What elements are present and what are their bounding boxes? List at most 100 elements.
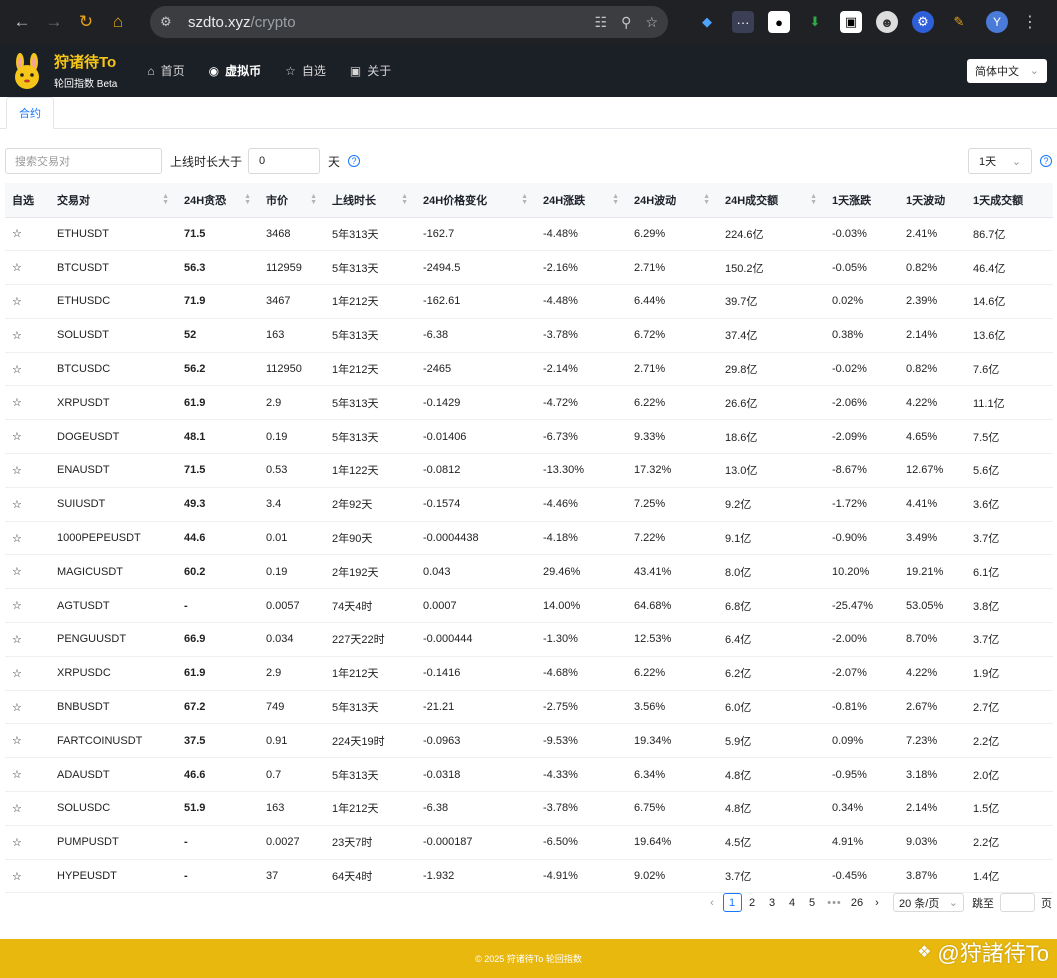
extensions-puzzle-icon[interactable]: ✎: [948, 11, 970, 33]
pair-link[interactable]: SUIUSDT: [50, 487, 177, 522]
pair-link[interactable]: BNBUSDT: [50, 690, 177, 725]
table-row[interactable]: ☆ FARTCOINUSDT 37.5 0.91 224天19时 -0.0963 -9.53…: [5, 723, 1053, 759]
col-header-pair[interactable]: 交易对 ▲ ▼: [50, 183, 177, 218]
table-row[interactable]: ☆ 1000PEPEUSDT 44.6 0.01 2年90天 -0.0004438 -4.1…: [5, 521, 1053, 556]
forward-icon[interactable]: →: [40, 8, 68, 36]
table-row[interactable]: ☆ XRPUSDT 61.9 2.9 5年313天 -0.1429 -4.72% 6.22% 2…: [5, 385, 1053, 421]
sort-icon[interactable]: ▲ ▼: [162, 193, 169, 206]
favorite-star-icon[interactable]: ☆: [5, 284, 50, 319]
extension-download-icon[interactable]: ⬇: [804, 11, 826, 33]
home-browser-icon[interactable]: ⌂: [104, 8, 132, 36]
table-row[interactable]: ☆ BNBUSDT 67.2 749 5年313天 -21.21 -2.75% 3.56% 6.…: [5, 690, 1053, 725]
favorite-star-icon[interactable]: ☆: [5, 859, 50, 894]
pair-link[interactable]: XRPUSDC: [50, 656, 177, 691]
extension-square-icon[interactable]: ▣: [840, 11, 862, 33]
pair-link[interactable]: 1000PEPEUSDT: [50, 521, 177, 556]
col-header-1d-volatility[interactable]: 1天波动: [899, 183, 966, 218]
pair-link[interactable]: ADAUSDT: [50, 757, 177, 793]
sort-icon[interactable]: ▲ ▼: [810, 193, 817, 206]
online-duration-input[interactable]: 0: [248, 148, 321, 174]
favorite-star-icon[interactable]: ☆: [5, 554, 50, 590]
nav-home[interactable]: ⌂ 首页: [147, 62, 184, 79]
table-row[interactable]: ☆ ENAUSDT 71.5 0.53 1年122天 -0.0812 -13.30% 17.3…: [5, 453, 1053, 488]
site-settings-icon[interactable]: ⚙: [160, 14, 178, 30]
table-row[interactable]: ☆ ETHUSDT 71.5 3468 5年313天 -162.7 -4.48% 6.29% 2…: [5, 217, 1053, 252]
pair-link[interactable]: PENGUUSDT: [50, 622, 177, 657]
favorite-star-icon[interactable]: ☆: [5, 250, 50, 286]
address-bar[interactable]: ⚙ szdto.xyz/crypto ☷ ⚲ ☆: [150, 6, 668, 38]
pair-link[interactable]: MAGICUSDT: [50, 554, 177, 590]
favorite-star-icon[interactable]: ☆: [5, 588, 50, 624]
pair-link[interactable]: BTCUSDC: [50, 352, 177, 387]
pair-link[interactable]: PUMPUSDT: [50, 825, 177, 860]
period-select[interactable]: 1天 ⌄: [968, 148, 1032, 174]
favorite-star-icon[interactable]: ☆: [5, 757, 50, 793]
favorite-star-icon[interactable]: ☆: [5, 318, 50, 353]
page-3[interactable]: 3: [763, 893, 782, 912]
table-row[interactable]: ☆ HYPEUSDT -37 64天4时 -1.932 -4.91% 9.02% 3.7亿 -0…: [5, 859, 1053, 894]
col-header-1d-change[interactable]: 1天涨跌: [825, 183, 899, 218]
table-row[interactable]: ☆ SOLUSDT 52 163 5年313天 -6.38 -3.78% 6.72% 37.4亿…: [5, 318, 1053, 353]
favorite-star-icon[interactable]: ☆: [5, 690, 50, 725]
pair-link[interactable]: DOGEUSDT: [50, 419, 177, 455]
jump-input[interactable]: [1000, 893, 1035, 912]
help-icon[interactable]: ?: [348, 155, 361, 167]
col-header-price-change[interactable]: 24H价格变化 ▲ ▼: [416, 183, 536, 218]
page-size-select[interactable]: 20 条/页 ⌄: [893, 893, 964, 912]
period-help-icon[interactable]: ?: [1040, 155, 1052, 167]
col-header-1d-turnover[interactable]: 1天成交额: [966, 183, 1053, 218]
table-row[interactable]: ☆ XRPUSDC 61.9 2.9 1年212天 -0.1416 -4.68% 6.22% 6…: [5, 656, 1053, 691]
col-header-volatility[interactable]: 24H波动 ▲ ▼: [627, 183, 718, 218]
reload-icon[interactable]: ↻: [72, 8, 100, 36]
table-row[interactable]: ☆ ADAUSDT 46.6 0.7 5年313天 -0.0318 -4.33% 6.34% 4…: [5, 757, 1053, 793]
pair-link[interactable]: SOLUSDT: [50, 318, 177, 353]
table-row[interactable]: ☆ BTCUSDT 56.3 112959 5年313天 -2494.5 -2.16% 2.7…: [5, 250, 1053, 286]
search-input[interactable]: 搜索交易对: [5, 148, 162, 174]
sort-icon[interactable]: ▲ ▼: [244, 193, 251, 206]
table-row[interactable]: ☆ BTCUSDC 56.2 112950 1年212天 -2465 -2.14% 2.71%…: [5, 352, 1053, 387]
col-header-turnover[interactable]: 24H成交额 ▲ ▼: [718, 183, 825, 218]
table-row[interactable]: ☆ MAGICUSDT 60.2 0.19 2年192天 0.043 29.46% 43.41…: [5, 554, 1053, 590]
favorite-star-icon[interactable]: ☆: [5, 487, 50, 522]
page-ellipsis[interactable]: •••: [823, 893, 847, 912]
translate-icon[interactable]: ☷: [595, 14, 608, 31]
table-row[interactable]: ☆ PENGUUSDT 66.9 0.034 227天22时 -0.000444 -1.30…: [5, 622, 1053, 657]
nav-watchlist[interactable]: ☆ 自选: [285, 62, 326, 79]
rabbit-logo-icon[interactable]: [10, 52, 44, 89]
page-5[interactable]: 5: [803, 893, 822, 912]
favorite-star-icon[interactable]: ☆: [5, 419, 50, 455]
col-header-age[interactable]: 上线时长 ▲ ▼: [325, 183, 416, 218]
bookmark-star-icon[interactable]: ☆: [645, 14, 658, 31]
nav-crypto[interactable]: ◉ 虚拟币: [209, 62, 262, 79]
back-icon[interactable]: ←: [8, 8, 36, 36]
favorite-star-icon[interactable]: ☆: [5, 791, 50, 826]
table-row[interactable]: ☆ SOLUSDC 51.9 163 1年212天 -6.38 -3.78% 6.75% 4.8…: [5, 791, 1053, 826]
prev-page-icon[interactable]: ‹: [703, 893, 722, 912]
browser-menu-icon[interactable]: ⋮: [1022, 12, 1038, 32]
pair-link[interactable]: XRPUSDT: [50, 385, 177, 421]
page-last[interactable]: 26: [848, 893, 867, 912]
favorite-star-icon[interactable]: ☆: [5, 723, 50, 759]
extension-gear-icon[interactable]: ⚙: [912, 11, 934, 33]
pair-link[interactable]: FARTCOINUSDT: [50, 723, 177, 759]
pair-link[interactable]: BTCUSDT: [50, 250, 177, 286]
sort-icon[interactable]: ▲ ▼: [401, 193, 408, 206]
pair-link[interactable]: ETHUSDC: [50, 284, 177, 319]
sort-icon[interactable]: ▲ ▼: [612, 193, 619, 206]
pair-link[interactable]: SOLUSDC: [50, 791, 177, 826]
pair-link[interactable]: AGTUSDT: [50, 588, 177, 624]
col-header-change-pct[interactable]: 24H涨跌 ▲ ▼: [536, 183, 627, 218]
col-header-fear-greed[interactable]: 24H贪恐 ▲ ▼: [177, 183, 259, 218]
page-4[interactable]: 4: [783, 893, 802, 912]
table-row[interactable]: ☆ SUIUSDT 49.3 3.4 2年92天 -0.1574 -4.46% 7.25% 9.…: [5, 487, 1053, 522]
pair-link[interactable]: ETHUSDT: [50, 217, 177, 252]
page-1[interactable]: 1: [722, 893, 742, 912]
brand[interactable]: 狩诸待To 轮回指数 Beta: [54, 51, 117, 90]
extension-avatar-icon[interactable]: ☻: [876, 11, 898, 33]
col-header-price[interactable]: 市价 ▲ ▼: [259, 183, 325, 218]
table-row[interactable]: ☆ ETHUSDC 71.9 3467 1年212天 -162.61 -4.48% 6.44%…: [5, 284, 1053, 319]
tab-contract[interactable]: 合约: [6, 97, 54, 129]
extension-face-icon[interactable]: ●: [768, 11, 790, 33]
favorite-star-icon[interactable]: ☆: [5, 622, 50, 657]
favorite-star-icon[interactable]: ☆: [5, 656, 50, 691]
